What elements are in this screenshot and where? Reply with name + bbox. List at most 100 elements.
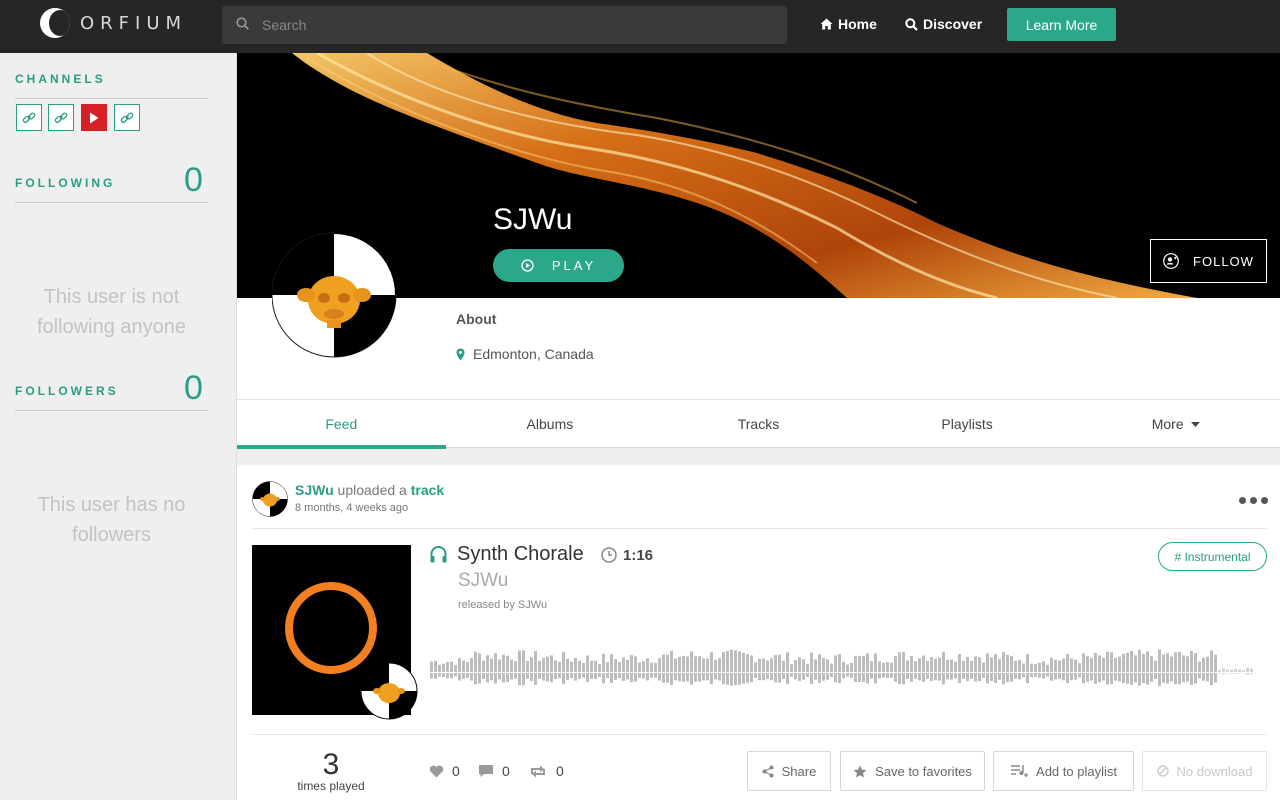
like-button[interactable]: 0 (429, 763, 460, 779)
post-options-menu[interactable] (1239, 497, 1268, 504)
following-count[interactable]: 0 (184, 161, 203, 200)
tab-tracks[interactable]: Tracks (654, 400, 863, 448)
waveform-bar (878, 661, 881, 679)
waveform-bar (434, 660, 437, 679)
waveform-bar (674, 658, 677, 681)
waveform-bar (694, 656, 697, 682)
waveform-bar (594, 660, 597, 679)
profile-avatar[interactable] (272, 230, 397, 360)
follow-label: FOLLOW (1193, 253, 1254, 269)
waveform-bar (710, 652, 713, 685)
waveform-bar (870, 661, 873, 679)
waveform-bar (1074, 659, 1077, 680)
track-artist[interactable]: SJWu (458, 570, 508, 592)
repost-button[interactable]: 0 (528, 763, 564, 779)
waveform-bar (902, 651, 905, 685)
channel-youtube[interactable] (81, 104, 107, 131)
waveform-bar (722, 652, 725, 685)
add-user-icon (1163, 253, 1179, 269)
waveform-bar (858, 655, 861, 682)
waveform-bar (590, 660, 593, 679)
waveform-bar (850, 662, 853, 678)
waveform-bar (1250, 668, 1253, 674)
waveform-bar (894, 656, 897, 682)
waveform-bar (970, 660, 973, 679)
share-icon (762, 765, 774, 777)
waveform-bar (1190, 650, 1193, 685)
channel-link-1[interactable] (16, 104, 42, 131)
waveform-bar (1086, 656, 1089, 682)
track-duration: 1:16 (623, 547, 654, 564)
heart-icon (429, 765, 444, 777)
waveform-bar (742, 652, 745, 684)
waveform-bar (478, 653, 481, 684)
channel-link-3[interactable] (114, 104, 140, 131)
share-button[interactable]: Share (747, 751, 831, 791)
waveform-bar (798, 657, 801, 681)
learn-more-button[interactable]: Learn More (1007, 8, 1116, 41)
tab-feed[interactable]: Feed (237, 400, 446, 449)
waveform-bar (950, 659, 953, 680)
top-navigation-bar: ORFIUM Home Discover Learn More (0, 0, 1280, 53)
follow-button[interactable]: FOLLOW (1150, 239, 1267, 283)
followers-count[interactable]: 0 (184, 369, 203, 408)
repost-icon (531, 765, 545, 777)
waveform-bar (1114, 657, 1117, 681)
nav-home-link[interactable]: Home (820, 16, 877, 32)
tab-more[interactable]: More (1071, 400, 1280, 448)
save-to-favorites-button[interactable]: Save to favorites (840, 751, 985, 791)
play-profile-button[interactable]: PLAY (493, 249, 624, 282)
waveform-bar (630, 655, 633, 683)
no-download-button[interactable]: No download (1142, 751, 1267, 791)
tab-albums[interactable]: Albums (446, 400, 655, 448)
waveform-bar (926, 660, 929, 679)
waveform-bar (958, 653, 961, 684)
waveform-bar (1098, 655, 1101, 683)
waveform-bar (1186, 656, 1189, 682)
waveform-bar (1246, 667, 1249, 675)
waveform-bar (1006, 654, 1009, 683)
waveform-bar (686, 656, 689, 682)
waveform-bar (726, 650, 729, 685)
search-input[interactable] (262, 6, 762, 44)
waveform-bar (762, 658, 765, 681)
waveform-bar (1178, 651, 1181, 685)
waveform-bar (714, 659, 717, 680)
waveform-bar (1198, 661, 1201, 679)
post-user-link[interactable]: SJWu (295, 482, 334, 498)
waveform-bar (566, 658, 569, 681)
nav-discover-link[interactable]: Discover (905, 16, 982, 32)
waveform-bar (1154, 660, 1157, 679)
no-download-label: No download (1176, 763, 1253, 779)
comment-button[interactable]: 0 (478, 763, 510, 779)
waveform-bar (1122, 653, 1125, 684)
waveform-bar (790, 664, 793, 677)
add-to-playlist-button[interactable]: Add to playlist (993, 751, 1134, 791)
link-icon (22, 112, 36, 123)
divider (15, 202, 208, 203)
waveform-bar (1206, 656, 1209, 682)
waveform-bar (774, 655, 777, 683)
post-object-link[interactable]: track (411, 482, 444, 498)
waveform-bar (534, 651, 537, 685)
waveform-bar (910, 655, 913, 682)
tab-playlists[interactable]: Playlists (863, 400, 1072, 448)
channel-link-2[interactable] (48, 104, 74, 131)
post-user-avatar[interactable] (252, 481, 288, 517)
orfium-logo[interactable]: ORFIUM (40, 8, 187, 38)
track-artist-avatar[interactable] (360, 661, 418, 721)
waveform-bar (682, 655, 685, 682)
waveform-bar (1102, 657, 1105, 681)
followers-heading[interactable]: FOLLOWERS (15, 384, 119, 398)
waveform-bar (738, 651, 741, 685)
track-waveform[interactable] (430, 630, 1255, 700)
genre-tag[interactable]: # Instrumental (1158, 542, 1267, 571)
track-title[interactable]: Synth Chorale (457, 543, 584, 566)
clock-icon (601, 547, 617, 563)
waveform-bar (1126, 652, 1129, 684)
waveform-bar (658, 658, 661, 681)
following-heading[interactable]: FOLLOWING (15, 176, 115, 190)
waveform-bar (498, 659, 501, 680)
search-icon (236, 17, 249, 30)
waveform-bar (474, 651, 477, 685)
